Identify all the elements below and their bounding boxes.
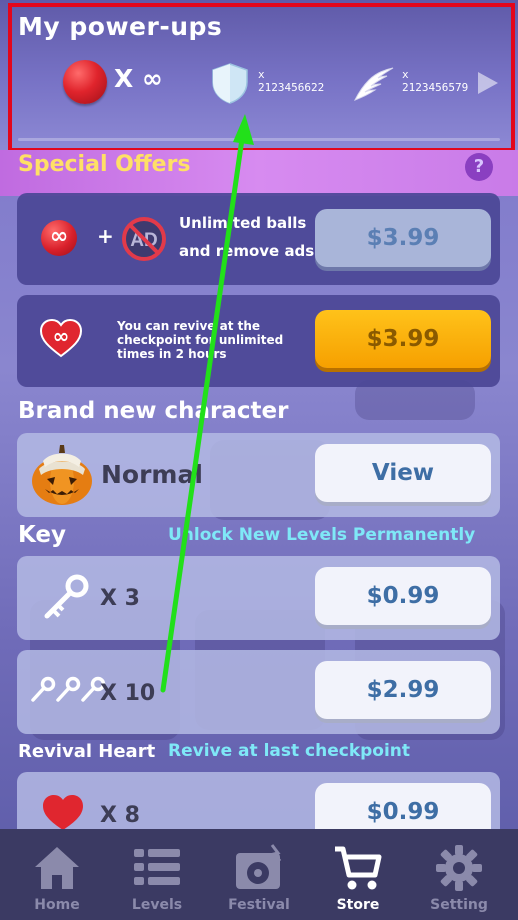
next-arrow-icon[interactable]: [478, 72, 498, 94]
divider: [18, 138, 500, 141]
key-icon: [44, 574, 89, 619]
infinity-ball-icon: ∞: [41, 220, 77, 256]
key-item-row: X 3 $0.99: [17, 556, 500, 640]
bundle-text-line2: and remove ads: [179, 242, 315, 260]
tab-label: Levels: [131, 897, 183, 913]
tab-store[interactable]: Store: [306, 829, 410, 920]
key-price-button[interactable]: $2.99: [315, 661, 491, 719]
wing-count: x 2123456579: [402, 68, 469, 94]
tab-home[interactable]: Home: [5, 829, 109, 920]
infinity-heart-icon: ∞: [39, 318, 83, 358]
tab-levels[interactable]: Levels: [105, 829, 209, 920]
bundle-price-button[interactable]: $3.99: [315, 209, 491, 267]
heart-icon: [43, 795, 83, 830]
tab-label: Setting: [430, 897, 488, 913]
shield-icon: [212, 63, 248, 104]
gear-icon: [436, 845, 482, 891]
key-section-subtitle: Unlock New Levels Permanently: [168, 525, 476, 545]
revive-text-line2: checkpoint for unlimited: [117, 333, 284, 347]
tab-label: Festival: [228, 897, 290, 913]
revival-section-title: Revival Heart: [18, 741, 156, 762]
help-icon[interactable]: ?: [465, 153, 493, 181]
view-character-button[interactable]: View: [315, 444, 491, 502]
cart-icon: [335, 846, 382, 890]
tab-festival[interactable]: Festival: [207, 829, 311, 920]
offer-card-bundle: ∞ + AD Unlimited balls and remove ads $3…: [17, 193, 500, 285]
tab-label: Home: [34, 897, 80, 913]
festival-icon: [236, 844, 282, 889]
revival-section-subtitle: Revive at last checkpoint: [168, 741, 411, 761]
character-card: Normal View: [17, 433, 500, 517]
key-price-button[interactable]: $0.99: [315, 567, 491, 625]
plus-sign: +: [97, 224, 114, 248]
list-icon: [134, 849, 180, 885]
keys-icon: [31, 676, 106, 702]
revive-price-button[interactable]: $3.99: [315, 310, 491, 368]
special-offers-title: Special Offers: [18, 152, 191, 177]
home-icon: [35, 847, 79, 889]
no-ads-icon: AD: [122, 217, 166, 261]
tab-label: Store: [336, 897, 380, 913]
tab-setting[interactable]: Setting: [407, 829, 511, 920]
svg-text:∞: ∞: [53, 324, 70, 348]
powerups-panel: My power-ups X ∞ x 2123456622 x 21234565…: [0, 0, 518, 150]
character-name: Normal: [101, 460, 203, 489]
ball-count: X ∞: [114, 64, 163, 93]
key-qty: X 10: [100, 681, 156, 706]
character-section-title: Brand new character: [18, 398, 289, 424]
pumpkin-character-icon: [32, 445, 92, 505]
key-section-title: Key: [18, 522, 67, 548]
heart-qty: X 8: [100, 803, 140, 828]
bottom-tab-bar: Home Levels Festival Store Setting: [0, 829, 518, 920]
shield-count: x 2123456622: [258, 68, 325, 94]
wing-icon: [353, 67, 394, 101]
key-qty: X 3: [100, 586, 140, 611]
bundle-text-line1: Unlimited balls: [179, 214, 307, 232]
offer-card-revive: ∞ You can revive at the checkpoint for u…: [17, 295, 500, 387]
revive-text-line1: You can revive at the: [117, 319, 261, 333]
powerups-title: My power-ups: [18, 12, 223, 41]
key-item-row: X 10 $2.99: [17, 650, 500, 734]
red-ball-icon: [63, 60, 107, 104]
revive-text-line3: times in 2 hours: [117, 347, 227, 361]
